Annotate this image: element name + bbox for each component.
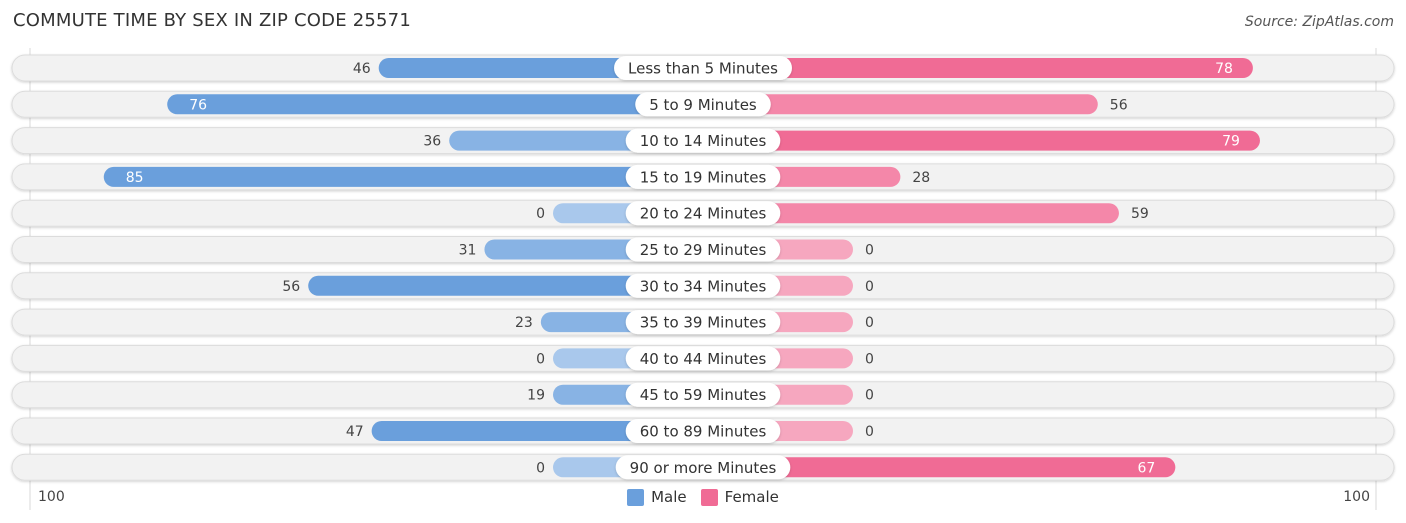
category-label: 25 to 29 Minutes bbox=[640, 241, 767, 259]
legend-item-female[interactable]: Female bbox=[700, 488, 779, 506]
category-label: 30 to 34 Minutes bbox=[640, 277, 767, 295]
value-label-male: 31 bbox=[459, 243, 477, 259]
value-label-female: 59 bbox=[1131, 206, 1149, 222]
chart-canvas: 46 78 Less than 5 Minutes 76 56 5 to 9 Minute… bbox=[11, 48, 1395, 510]
category-label: 90 or more Minutes bbox=[630, 459, 777, 477]
legend-label-male: Male bbox=[651, 488, 687, 506]
value-label-female: 0 bbox=[865, 243, 874, 259]
value-label-female: 0 bbox=[865, 315, 874, 331]
value-label-female: 67 bbox=[1138, 460, 1156, 476]
legend-swatch-female bbox=[700, 488, 718, 506]
category-label: 60 to 89 Minutes bbox=[640, 423, 767, 441]
category-label: 40 to 44 Minutes bbox=[640, 350, 767, 368]
legend: Male Female bbox=[0, 488, 1406, 506]
category-label: 35 to 39 Minutes bbox=[640, 314, 767, 332]
value-label-male: 19 bbox=[527, 388, 545, 404]
value-label-male: 0 bbox=[536, 351, 545, 367]
legend-label-female: Female bbox=[724, 488, 779, 506]
value-label-female: 28 bbox=[912, 170, 930, 186]
bar-male bbox=[167, 94, 713, 115]
value-label-female: 56 bbox=[1110, 97, 1128, 113]
value-label-male: 0 bbox=[536, 460, 545, 476]
value-label-male: 36 bbox=[423, 134, 441, 150]
value-label-male: 46 bbox=[353, 61, 371, 77]
category-label: Less than 5 Minutes bbox=[628, 60, 778, 78]
value-label-female: 0 bbox=[865, 351, 874, 367]
category-label: 45 to 59 Minutes bbox=[640, 386, 767, 404]
value-label-male: 23 bbox=[515, 315, 533, 331]
value-label-female: 78 bbox=[1215, 61, 1233, 77]
value-label-male: 0 bbox=[536, 206, 545, 222]
value-label-male: 76 bbox=[189, 97, 207, 113]
category-label: 15 to 19 Minutes bbox=[640, 168, 767, 186]
value-label-male: 47 bbox=[346, 424, 364, 440]
legend-swatch-male bbox=[627, 488, 645, 506]
bar-male bbox=[103, 166, 713, 187]
category-label: 10 to 14 Minutes bbox=[640, 132, 767, 150]
value-label-female: 79 bbox=[1222, 134, 1240, 150]
legend-item-male[interactable]: Male bbox=[627, 488, 687, 506]
value-label-female: 0 bbox=[865, 388, 874, 404]
category-label: 5 to 9 Minutes bbox=[649, 96, 757, 114]
category-label: 20 to 24 Minutes bbox=[640, 205, 767, 223]
value-label-female: 0 bbox=[865, 279, 874, 295]
value-label-male: 85 bbox=[126, 170, 144, 186]
value-label-female: 0 bbox=[865, 424, 874, 440]
value-label-male: 56 bbox=[282, 279, 300, 295]
